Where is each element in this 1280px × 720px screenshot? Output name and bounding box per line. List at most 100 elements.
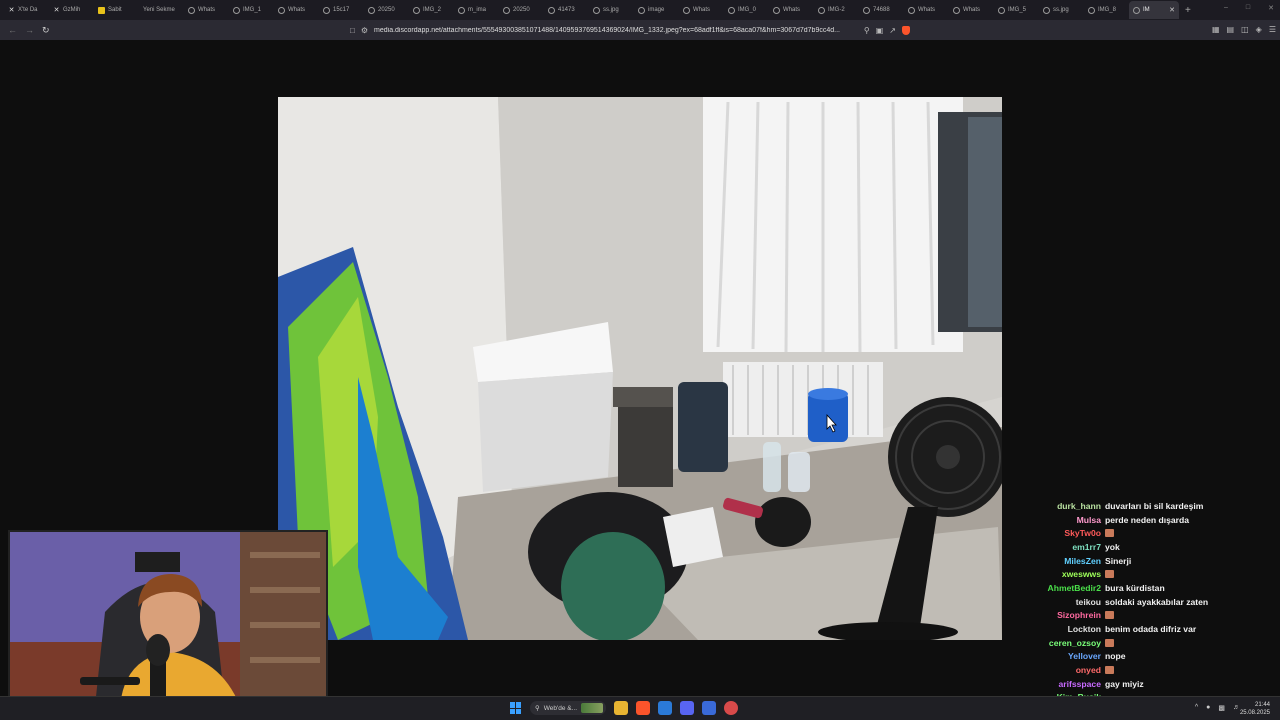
tray-chevron-icon[interactable]: ^ [1195,704,1198,712]
microphone-icon[interactable]: ● [1206,704,1210,712]
chat-message: AhmetBedir2 bura kürdistan [1020,581,1270,595]
forward-arrow-icon[interactable]: → [25,25,34,35]
tab-label: Whats [288,7,306,13]
chat-username[interactable]: Lockton [1020,624,1105,634]
system-clock[interactable]: 21:44 25.08.2025 [1240,701,1270,717]
webcam-overlay [8,530,328,708]
globe-icon [323,6,330,14]
brave-shields-icon[interactable] [902,25,910,35]
chat-emote-icon [1105,666,1114,675]
browser-tab[interactable]: ss.jpg [1039,1,1084,19]
install-app-icon[interactable]: ▣ [876,26,884,35]
browser-tab[interactable]: IMG-2 [814,1,859,19]
file-explorer-icon[interactable] [614,701,628,715]
wallet-icon[interactable]: ▤ [1227,25,1235,34]
globe-icon [593,6,600,14]
browser-tab[interactable]: IMG_1 [229,1,274,19]
brave-browser-icon[interactable] [636,701,650,715]
discord-icon[interactable] [680,701,694,715]
share-icon[interactable]: ↗ [889,26,896,35]
tab-label: IMG-2 [828,7,845,13]
globe-icon [728,6,735,14]
browser-tab[interactable]: Yeni Sekme [139,1,184,19]
taskbar: ⚲ Web'de &... ^ ● ▩ ♬ 21:44 25.08.2025 [0,696,1280,720]
close-window-icon[interactable]: ✕ [1268,4,1274,12]
browser-tab[interactable]: IMG_0 [724,1,769,19]
network-icon[interactable]: ▩ [1218,704,1225,712]
tab-label: 41473 [558,7,575,13]
address-bar[interactable]: □ ⚙ media.discordapp.net/attachments/555… [350,23,910,37]
reload-icon[interactable]: ↻ [42,25,50,36]
close-tab-icon[interactable]: ✕ [1169,6,1175,14]
chat-username[interactable]: Sizophrein [1020,610,1105,620]
chat-username[interactable]: durk_hann [1020,501,1105,511]
browser-tab[interactable]: m_ima [454,1,499,19]
sidebar-icon[interactable]: ◫ [1241,25,1249,34]
chat-username[interactable]: SkyTw0o [1020,528,1105,538]
menu-icon[interactable]: ☰ [1269,25,1276,34]
chat-username[interactable]: onyed [1020,665,1105,675]
chat-username[interactable]: Mulsa [1020,515,1105,525]
browser-tab[interactable]: 15c17 [319,1,364,19]
chat-username[interactable]: teikou [1020,597,1105,607]
browser-tab[interactable]: Sabit [94,1,139,19]
minimize-icon[interactable]: – [1224,4,1228,12]
browser-tab[interactable]: image [634,1,679,19]
zoom-icon[interactable]: ⚲ [864,26,870,35]
steam-icon[interactable] [658,701,672,715]
chat-username[interactable]: Yellover [1020,651,1105,661]
browser-tab[interactable]: Whats [949,1,994,19]
tab-label: X'te Da [18,7,38,13]
tab-label: GzMih [63,7,81,13]
chat-username[interactable]: MilesZen [1020,556,1105,566]
new-tab-plus-icon[interactable]: + [1185,5,1191,16]
browser-tab[interactable]: 20250 [499,1,544,19]
globe-icon [233,6,240,14]
obs-icon[interactable] [724,701,738,715]
tab-strip: ✕ X'te Da ✕ GzMih Sabit Yeni Sekme Whats IMG_1 W… [0,0,1280,20]
x-logo-icon: ✕ [8,6,15,14]
chat-emote-icon [1105,529,1114,538]
maximize-icon[interactable]: □ [1246,4,1250,12]
browser-tab[interactable]: 20250 [364,1,409,19]
extensions-icon[interactable]: ▦ [1212,25,1220,34]
chat-username[interactable]: xweswws [1020,569,1105,579]
chat-message: Mulsa perde neden dışarda [1020,513,1270,527]
clock-time: 21:44 [1254,702,1270,708]
back-arrow-icon[interactable]: ← [8,25,17,35]
globe-icon [1043,6,1050,14]
browser-tab[interactable]: IM ✕ [1129,1,1179,19]
taskbar-search[interactable]: ⚲ Web'de &... [530,701,606,715]
volume-icon[interactable]: ♬ [1233,704,1240,712]
browser-tab[interactable]: Whats [184,1,229,19]
chat-username[interactable]: arifsspace [1020,679,1105,689]
browser-tab[interactable]: 74688 [859,1,904,19]
tab-label: Whats [918,7,936,13]
browser-tab[interactable]: Whats [769,1,814,19]
chat-username[interactable]: AhmetBedir2 [1020,583,1105,593]
browser-toolbar: ← → ↻ □ ⚙ media.discordapp.net/attachmen… [0,20,1280,40]
browser-tab[interactable]: IMG_5 [994,1,1039,19]
windows-start-icon[interactable] [510,702,522,714]
bookmark-icon[interactable]: □ [350,26,355,35]
browser-tab[interactable]: IMG_2 [409,1,454,19]
chat-username[interactable]: ceren_ozsoy [1020,638,1105,648]
url-text[interactable]: media.discordapp.net/attachments/5554930… [374,27,858,34]
chat-username[interactable]: em1rr7 [1020,542,1105,552]
globe-icon [638,6,645,14]
taskbar-search-text: Web'de &... [543,704,578,712]
browser-tab[interactable]: ss.jpg [589,1,634,19]
globe-icon [863,6,870,14]
site-info-icon[interactable]: ⚙ [361,26,368,35]
vpn-icon[interactable]: ◈ [1256,25,1262,34]
browser-tab[interactable]: IMG_8 [1084,1,1129,19]
chat-text: gay miyiz [1105,678,1144,689]
browser-tab[interactable]: Whats [904,1,949,19]
browser-tab[interactable]: ✕ GzMih [49,1,94,19]
browser-tab[interactable]: Whats [679,1,724,19]
browser-tab[interactable]: Whats [274,1,319,19]
app-icon[interactable] [702,701,716,715]
browser-tab[interactable]: 41473 [544,1,589,19]
chat-message: MilesZen Sinerji [1020,554,1270,568]
browser-tab[interactable]: ✕ X'te Da [4,1,49,19]
